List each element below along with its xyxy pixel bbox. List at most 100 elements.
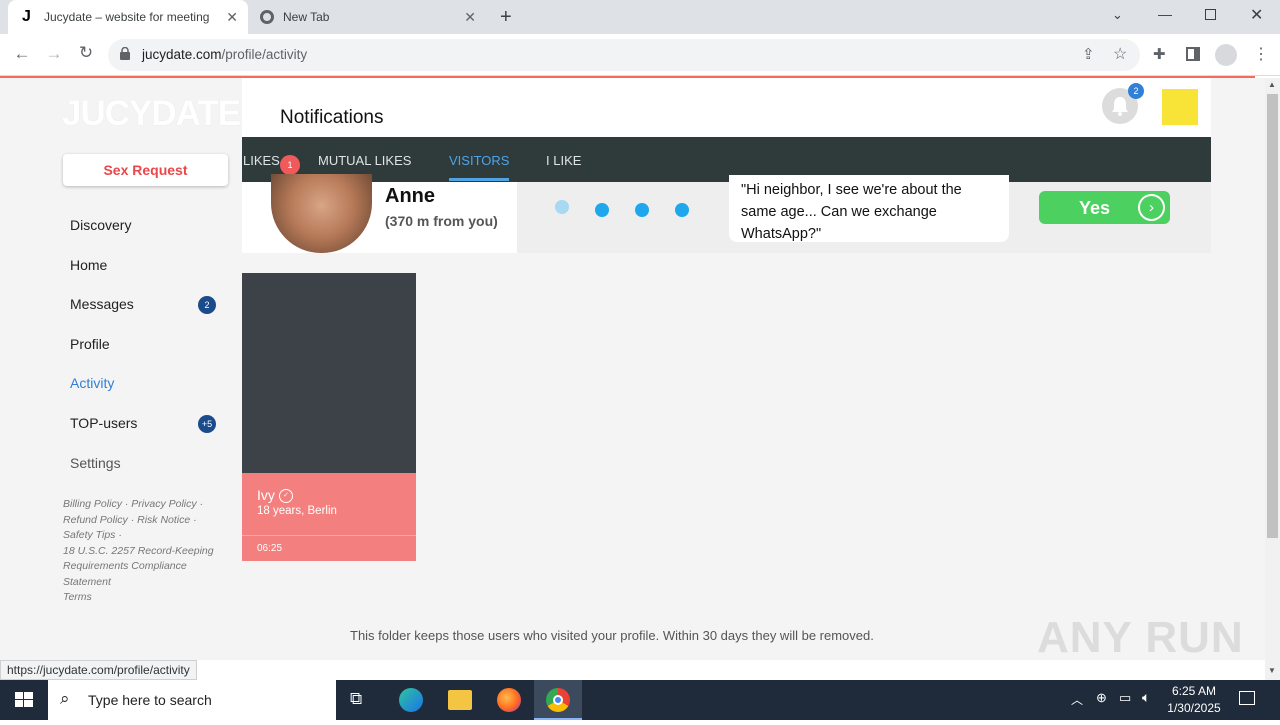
browser-toolbar: ← → ↻ jucydate.com/profile/activity ⇪ ☆ … [0,34,1280,76]
page-title: Notifications [280,107,384,128]
tab-likes[interactable]: LIKES [243,153,280,168]
chrome-favicon-icon [260,10,274,24]
bell-count-badge: 2 [1128,83,1144,99]
back-icon[interactable]: ← [10,44,34,64]
task-view-icon[interactable]: ⧉ [350,689,362,709]
footer-line[interactable]: 18 U.S.C. 2257 Record-Keeping [63,544,228,560]
clock-date: 1/30/2025 [1167,701,1221,715]
scroll-down-icon[interactable]: ▼ [1268,666,1276,675]
file-explorer-icon[interactable] [448,690,472,710]
likes-count-badge: 1 [280,155,300,175]
chevron-right-icon: › [1138,194,1165,221]
url-domain: jucydate.com [142,47,222,62]
show-hidden-icons-icon[interactable]: ︿ [1071,691,1083,708]
footer-line[interactable]: Terms [63,590,228,606]
banner-profile-card[interactable]: Anne (370 m from you) [242,174,517,253]
profile-avatar-icon[interactable] [1215,44,1237,66]
visitor-time: 06:25 [257,543,283,554]
url-path: /profile/activity [221,47,308,62]
extensions-icon[interactable]: ✚ [1153,45,1166,63]
yes-button[interactable]: Yes › [1039,191,1170,224]
chrome-taskbar-button[interactable] [534,680,582,720]
footer-line[interactable]: Safety Tips · [63,528,228,544]
yes-label: Yes [1079,198,1111,218]
bookmark-star-icon[interactable]: ☆ [1113,44,1127,64]
nav-messages[interactable]: Messages [70,296,134,312]
windows-taskbar: ⌕ Type here to search ⧉ ︿ ⊕ ▭ 🔈︎ 6:25 AM… [0,680,1280,720]
nav-home[interactable]: Home [70,257,107,273]
user-avatar[interactable] [1162,89,1198,125]
visitor-photo [242,273,416,473]
new-tab-icon[interactable]: + [500,6,512,29]
nav-top-users[interactable]: TOP-users [70,415,137,431]
anyrun-watermark: ANY RUN [1037,613,1244,662]
nav-profile[interactable]: Profile [70,336,110,352]
tab-title: New Tab [283,10,330,24]
close-tab-icon[interactable]: ✕ [464,9,476,26]
verified-icon: ✓ [279,489,293,503]
nav-settings[interactable]: Settings [70,455,121,471]
site-favicon-icon: J [22,8,31,25]
sex-request-button[interactable]: Sex Request [63,154,228,186]
visitor-details: 18 years, Berlin [257,505,337,517]
close-window-icon[interactable]: ✕ [1250,5,1263,25]
top-users-badge: +5 [198,415,216,433]
browser-tab-newtab[interactable]: New Tab ✕ [250,0,486,34]
firefox-icon[interactable] [497,688,521,712]
visitor-info: Ivy ✓ 18 years, Berlin [242,473,416,535]
banner-message-bubble: "Hi neighbor, I see we're about the same… [729,175,1009,242]
clock[interactable]: 6:25 AM 1/30/2025 [1164,683,1224,717]
tab-mutual-likes[interactable]: MUTUAL LIKES [318,153,411,168]
close-tab-icon[interactable]: ✕ [226,9,238,26]
visitor-name: Ivy [257,487,275,503]
banner-message: "Hi neighbor, I see we're about the same… [741,182,962,242]
volume-icon[interactable]: 🔈︎ [1142,689,1150,706]
reload-icon[interactable]: ↻ [74,43,98,63]
taskbar-search-placeholder: Type here to search [88,692,212,708]
forward-icon[interactable]: → [42,44,66,64]
footer-line[interactable]: Statement [63,575,228,591]
tab-title: Jucydate – website for meeting [44,10,210,24]
tab-visitors[interactable]: VISITORS [449,153,509,168]
banner-avatar [271,174,372,253]
page-scrollbar[interactable]: ▲ ▼ [1265,78,1280,680]
site-sidebar: JUCYDATE Sex Request Discovery Home Mess… [0,78,242,660]
visitor-card[interactable]: Ivy ✓ 18 years, Berlin 06:25 [242,273,416,561]
share-icon[interactable]: ⇪ [1082,45,1095,63]
footer-line[interactable]: Refund Policy · Risk Notice · [63,513,228,529]
site-logo[interactable]: JUCYDATE [62,94,241,134]
scrollbar-thumb[interactable] [1267,94,1278,538]
minimize-icon[interactable]: — [1158,6,1172,22]
footer-links: Billing Policy · Privacy Policy · Refund… [63,497,228,606]
browser-menu-icon[interactable]: ⋮ [1253,44,1269,64]
search-icon: ⌕ [60,689,70,708]
windows-logo-icon [15,692,33,707]
edge-icon[interactable] [399,688,423,712]
tab-search-icon[interactable]: ⌄ [1112,7,1123,23]
status-bar-url: https://jucydate.com/profile/activity [0,660,197,680]
nav-activity[interactable]: Activity [70,375,114,391]
match-banner: Anne (370 m from you) "Hi neighbor, I se… [242,174,1211,253]
main-content: Notifications 2 LIKES 1 MUTUAL LIKES VIS… [242,78,1265,662]
footer-line[interactable]: Billing Policy · Privacy Policy · [63,497,228,513]
scroll-up-icon[interactable]: ▲ [1268,80,1276,89]
visitor-time-bar: 06:25 [242,535,416,561]
address-bar[interactable]: jucydate.com/profile/activity ⇪ ☆ [108,39,1140,71]
start-button[interactable] [0,680,48,720]
taskbar-search-box[interactable]: ⌕ Type here to search [48,680,336,720]
system-tray-icon[interactable]: ⊕ [1096,690,1107,706]
banner-distance: (370 m from you) [385,213,498,229]
network-icon[interactable]: ▭ [1119,690,1131,706]
messages-count-badge: 2 [198,296,216,314]
lock-icon [120,46,130,60]
footer-line[interactable]: Requirements Compliance [63,559,228,575]
nav-discovery[interactable]: Discovery [70,217,131,233]
banner-name: Anne [385,185,435,207]
side-panel-icon[interactable] [1186,47,1200,61]
tab-visitors-underline [449,178,509,181]
tab-i-like[interactable]: I LIKE [546,153,581,168]
clock-time: 6:25 AM [1171,684,1217,698]
restore-icon[interactable] [1205,9,1216,20]
notifications-center-icon[interactable] [1239,691,1255,705]
browser-tab-jucydate[interactable]: J Jucydate – website for meeting ✕ [8,0,248,34]
